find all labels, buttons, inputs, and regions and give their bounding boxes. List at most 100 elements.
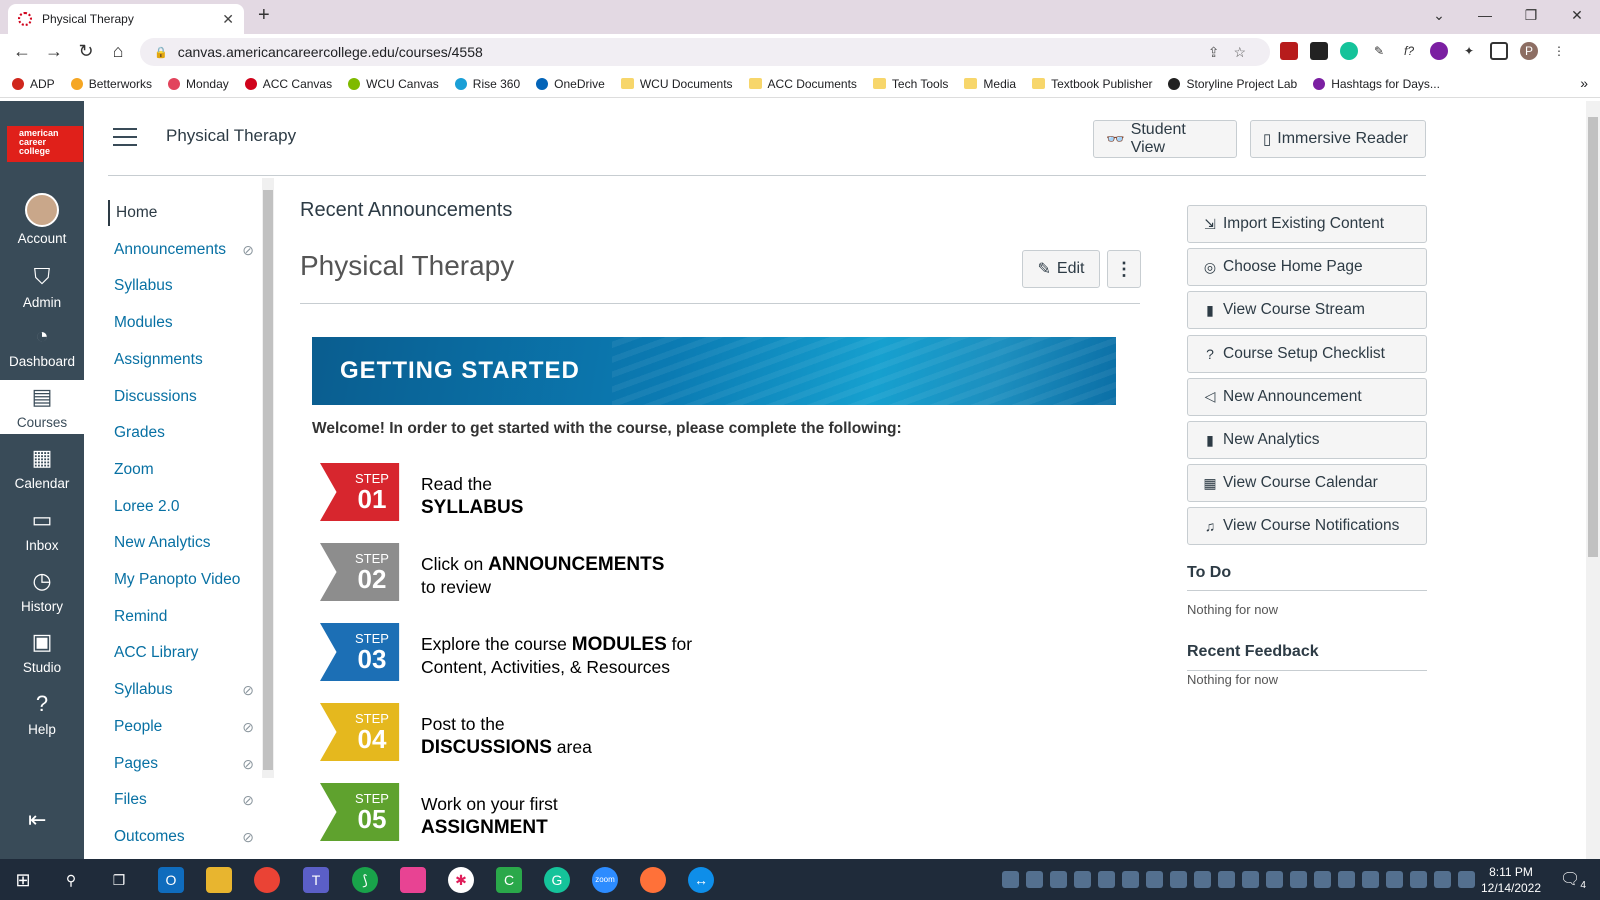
course-nav-loree-2-0[interactable]: Loree 2.0 xyxy=(108,494,258,520)
grammarly-app-icon[interactable]: G xyxy=(544,867,570,893)
app-icon[interactable]: ⟆ xyxy=(352,867,378,893)
file-explorer-icon[interactable] xyxy=(206,867,232,893)
scrollbar-thumb[interactable] xyxy=(263,190,273,770)
course-nav-acc-library[interactable]: ACC Library xyxy=(108,640,258,666)
slack-app-icon[interactable]: ✱ xyxy=(448,867,474,893)
page-scrollbar-thumb[interactable] xyxy=(1588,117,1598,557)
course-nav-remind[interactable]: Remind xyxy=(108,604,258,630)
course-nav-zoom[interactable]: Zoom xyxy=(108,457,258,483)
tray-icon[interactable] xyxy=(1290,871,1307,888)
bookmark-item[interactable]: Monday xyxy=(168,77,229,91)
course-nav-scrollbar[interactable] xyxy=(262,178,274,778)
tray-icon[interactable] xyxy=(1218,871,1235,888)
more-options-button[interactable]: ⋮ xyxy=(1107,250,1141,288)
tab-search-icon[interactable]: ⌄ xyxy=(1416,0,1462,34)
profile-avatar-icon[interactable]: P xyxy=(1520,42,1538,60)
search-icon[interactable]: ⚲ xyxy=(58,867,84,893)
teams-app-icon[interactable]: T xyxy=(303,867,329,893)
formula-extension-icon[interactable]: f? xyxy=(1400,42,1418,60)
course-nav-modules[interactable]: Modules xyxy=(108,310,258,336)
course-nav-files[interactable]: Files ⊘ xyxy=(108,787,258,813)
new-announcement-button[interactable]: ◁ New Announcement xyxy=(1187,377,1427,416)
bookmark-item[interactable]: ACC Canvas xyxy=(244,77,332,91)
tray-icon[interactable] xyxy=(1314,871,1331,888)
tab-close-icon[interactable]: ✕ xyxy=(222,11,234,28)
camtasia-app-icon[interactable]: C xyxy=(496,867,522,893)
browser-tab[interactable]: Physical Therapy ✕ xyxy=(8,4,244,34)
zoom-app-icon[interactable]: zoom xyxy=(592,867,618,893)
page-scrollbar[interactable] xyxy=(1586,101,1600,859)
close-window-button[interactable]: ✕ xyxy=(1554,0,1600,34)
bookmark-item[interactable]: WCU Documents xyxy=(620,77,733,91)
view-course-notifications-button[interactable]: ♫ View Course Notifications xyxy=(1187,507,1427,546)
system-clock[interactable]: 8:11 PM 12/14/2022 xyxy=(1478,864,1544,896)
breadcrumb[interactable]: Physical Therapy xyxy=(166,126,296,146)
bookmarks-overflow-icon[interactable]: » xyxy=(1580,75,1588,91)
student-view-button[interactable]: 👓 Student View xyxy=(1093,120,1237,158)
new-tab-button[interactable]: + xyxy=(258,4,270,27)
course-nav-my-panopto-video[interactable]: My Panopto Video xyxy=(108,567,258,593)
tray-icon[interactable] xyxy=(1146,871,1163,888)
global-nav-courses[interactable]: ▤ Courses xyxy=(0,380,84,434)
hamburger-menu-icon[interactable] xyxy=(113,128,137,152)
view-course-stream-button[interactable]: ▮ View Course Stream xyxy=(1187,291,1427,330)
course-nav-syllabus[interactable]: Syllabus ⊘ xyxy=(108,677,258,703)
tray-icon[interactable] xyxy=(1002,871,1019,888)
course-nav-home[interactable]: Home xyxy=(108,200,258,226)
bookmark-item[interactable]: WCU Canvas xyxy=(348,77,439,91)
lock-icon[interactable]: 🔒 xyxy=(154,46,168,59)
global-nav-help[interactable]: ? Help xyxy=(0,687,84,741)
global-nav-admin[interactable]: ⛉ Admin xyxy=(0,260,84,314)
extension-shield-icon[interactable] xyxy=(1280,42,1298,60)
task-view-icon[interactable]: ❐ xyxy=(106,867,132,893)
browser-menu-icon[interactable]: ⋮ xyxy=(1550,42,1568,60)
collapse-nav-icon[interactable]: ⇤ xyxy=(28,807,46,833)
extension-badge-icon[interactable] xyxy=(1310,42,1328,60)
reload-icon[interactable]: ↻ xyxy=(74,41,98,62)
grammarly-extension-icon[interactable] xyxy=(1340,42,1358,60)
tray-icon[interactable] xyxy=(1170,871,1187,888)
chrome-app-icon[interactable] xyxy=(254,867,280,893)
bookmark-item[interactable]: ACC Documents xyxy=(748,77,857,91)
minimize-button[interactable]: — xyxy=(1462,0,1508,34)
puzzle-extensions-icon[interactable]: ✦ xyxy=(1460,42,1478,60)
tray-icon[interactable] xyxy=(1362,871,1379,888)
notifications-icon[interactable]: 🗨4 xyxy=(1560,869,1586,891)
tray-icon[interactable] xyxy=(1074,871,1091,888)
tray-icon[interactable] xyxy=(1458,871,1475,888)
global-nav-history[interactable]: ◷ History xyxy=(0,564,84,618)
side-panel-icon[interactable] xyxy=(1490,42,1508,60)
bookmark-item[interactable]: Tech Tools xyxy=(872,77,948,91)
share-star-icons[interactable]: ⇪☆ xyxy=(1208,44,1260,61)
course-nav-assignments[interactable]: Assignments xyxy=(108,347,258,373)
back-arrow-icon[interactable]: ← xyxy=(10,41,34,62)
bookmark-item[interactable]: ADP xyxy=(12,77,55,91)
app-icon[interactable] xyxy=(400,867,426,893)
windows-start-icon[interactable]: ⊞ xyxy=(10,867,36,893)
bookmark-item[interactable]: Storyline Project Lab xyxy=(1168,77,1297,91)
course-nav-new-analytics[interactable]: New Analytics xyxy=(108,530,258,556)
global-nav-dashboard[interactable]: ◔ Dashboard xyxy=(0,319,84,373)
course-nav-people[interactable]: People ⊘ xyxy=(108,714,258,740)
bookmark-item[interactable]: Rise 360 xyxy=(454,77,520,91)
bookmark-item[interactable]: Hashtags for Days... xyxy=(1313,77,1440,91)
address-bar[interactable]: 🔒 canvas.americancareercollege.edu/cours… xyxy=(140,38,1270,66)
tray-icon[interactable] xyxy=(1338,871,1355,888)
bookmark-item[interactable]: OneDrive xyxy=(536,77,605,91)
global-nav-inbox[interactable]: ▭ Inbox xyxy=(0,503,84,557)
tray-icon[interactable] xyxy=(1194,871,1211,888)
edit-button[interactable]: ✎ Edit xyxy=(1022,250,1100,288)
firefox-app-icon[interactable] xyxy=(640,867,666,893)
college-logo[interactable]: american career college xyxy=(7,126,83,162)
tray-icon[interactable] xyxy=(1026,871,1043,888)
forward-arrow-icon[interactable]: → xyxy=(42,41,66,62)
import-existing-content-button[interactable]: ⇲ Import Existing Content xyxy=(1187,205,1427,243)
home-icon[interactable]: ⌂ xyxy=(106,41,130,62)
immersive-reader-button[interactable]: ▯ Immersive Reader xyxy=(1250,120,1426,158)
tray-icon[interactable] xyxy=(1434,871,1451,888)
bookmark-item[interactable]: Media xyxy=(964,77,1016,91)
global-nav-studio[interactable]: ▣ Studio xyxy=(0,625,84,679)
tray-icon[interactable] xyxy=(1386,871,1403,888)
tray-icon[interactable] xyxy=(1050,871,1067,888)
course-nav-announcements[interactable]: Announcements ⊘ xyxy=(108,237,258,263)
